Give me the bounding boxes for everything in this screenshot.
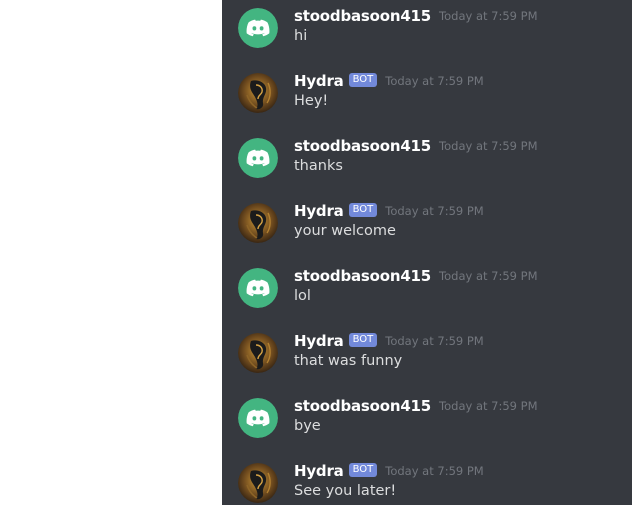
- hydra-dragon-avatar: [238, 463, 278, 503]
- user-avatar[interactable]: [238, 268, 278, 308]
- message-content: bye: [294, 418, 321, 434]
- message-content: Hey!: [294, 93, 329, 109]
- message-header: stoodbasoon415 Today at 7:59 PM: [294, 264, 538, 288]
- author-name[interactable]: Hydra: [294, 72, 344, 90]
- bot-tag: BOT: [348, 333, 378, 347]
- message-item: stoodbasoon415 Today at 7:59 PM thanks: [238, 134, 628, 194]
- hydra-dragon-avatar: [238, 73, 278, 113]
- author-name[interactable]: stoodbasoon415: [294, 137, 431, 155]
- message-item: stoodbasoon415 Today at 7:59 PM hi: [238, 4, 628, 64]
- message-header: stoodbasoon415 Today at 7:59 PM: [294, 134, 538, 158]
- discord-logo-icon: [238, 398, 278, 438]
- chat-message-list: stoodbasoon415 Today at 7:59 PM hi Hydra…: [222, 0, 632, 505]
- bot-avatar[interactable]: [238, 73, 278, 113]
- message-item: stoodbasoon415 Today at 7:59 PM bye: [238, 394, 628, 454]
- message-content: thanks: [294, 158, 343, 174]
- author-name[interactable]: Hydra: [294, 202, 344, 220]
- author-name[interactable]: Hydra: [294, 332, 344, 350]
- message-header: Hydra BOT Today at 7:59 PM: [294, 329, 484, 353]
- bot-tag: BOT: [348, 73, 378, 87]
- message-item: Hydra BOT Today at 7:59 PM See you later…: [238, 459, 628, 505]
- message-timestamp: Today at 7:59 PM: [385, 334, 484, 348]
- message-timestamp: Today at 7:59 PM: [439, 139, 538, 153]
- user-avatar[interactable]: [238, 138, 278, 178]
- user-avatar[interactable]: [238, 8, 278, 48]
- bot-avatar[interactable]: [238, 463, 278, 503]
- message-header: Hydra BOT Today at 7:59 PM: [294, 199, 484, 223]
- message-timestamp: Today at 7:59 PM: [439, 269, 538, 283]
- message-content: your welcome: [294, 223, 396, 239]
- message-item: Hydra BOT Today at 7:59 PM that was funn…: [238, 329, 628, 389]
- hydra-dragon-avatar: [238, 333, 278, 373]
- author-name[interactable]: stoodbasoon415: [294, 267, 431, 285]
- bot-avatar[interactable]: [238, 203, 278, 243]
- message-content: hi: [294, 28, 308, 44]
- bot-avatar[interactable]: [238, 333, 278, 373]
- message-timestamp: Today at 7:59 PM: [385, 464, 484, 478]
- bot-tag: BOT: [348, 463, 378, 477]
- message-timestamp: Today at 7:59 PM: [385, 204, 484, 218]
- discord-logo-icon: [238, 8, 278, 48]
- message-item: Hydra BOT Today at 7:59 PM your welcome: [238, 199, 628, 259]
- discord-logo-icon: [238, 138, 278, 178]
- bot-tag: BOT: [348, 203, 378, 217]
- user-avatar[interactable]: [238, 398, 278, 438]
- message-header: Hydra BOT Today at 7:59 PM: [294, 69, 484, 93]
- author-name[interactable]: stoodbasoon415: [294, 7, 431, 25]
- message-content: lol: [294, 288, 311, 304]
- message-header: Hydra BOT Today at 7:59 PM: [294, 459, 484, 483]
- message-header: stoodbasoon415 Today at 7:59 PM: [294, 394, 538, 418]
- hydra-dragon-avatar: [238, 203, 278, 243]
- author-name[interactable]: stoodbasoon415: [294, 397, 431, 415]
- message-timestamp: Today at 7:59 PM: [439, 9, 538, 23]
- message-content: See you later!: [294, 483, 397, 499]
- message-content: that was funny: [294, 353, 403, 369]
- message-timestamp: Today at 7:59 PM: [439, 399, 538, 413]
- message-header: stoodbasoon415 Today at 7:59 PM: [294, 4, 538, 28]
- discord-logo-icon: [238, 268, 278, 308]
- message-item: stoodbasoon415 Today at 7:59 PM lol: [238, 264, 628, 324]
- message-timestamp: Today at 7:59 PM: [385, 74, 484, 88]
- message-item: Hydra BOT Today at 7:59 PM Hey!: [238, 69, 628, 129]
- author-name[interactable]: Hydra: [294, 462, 344, 480]
